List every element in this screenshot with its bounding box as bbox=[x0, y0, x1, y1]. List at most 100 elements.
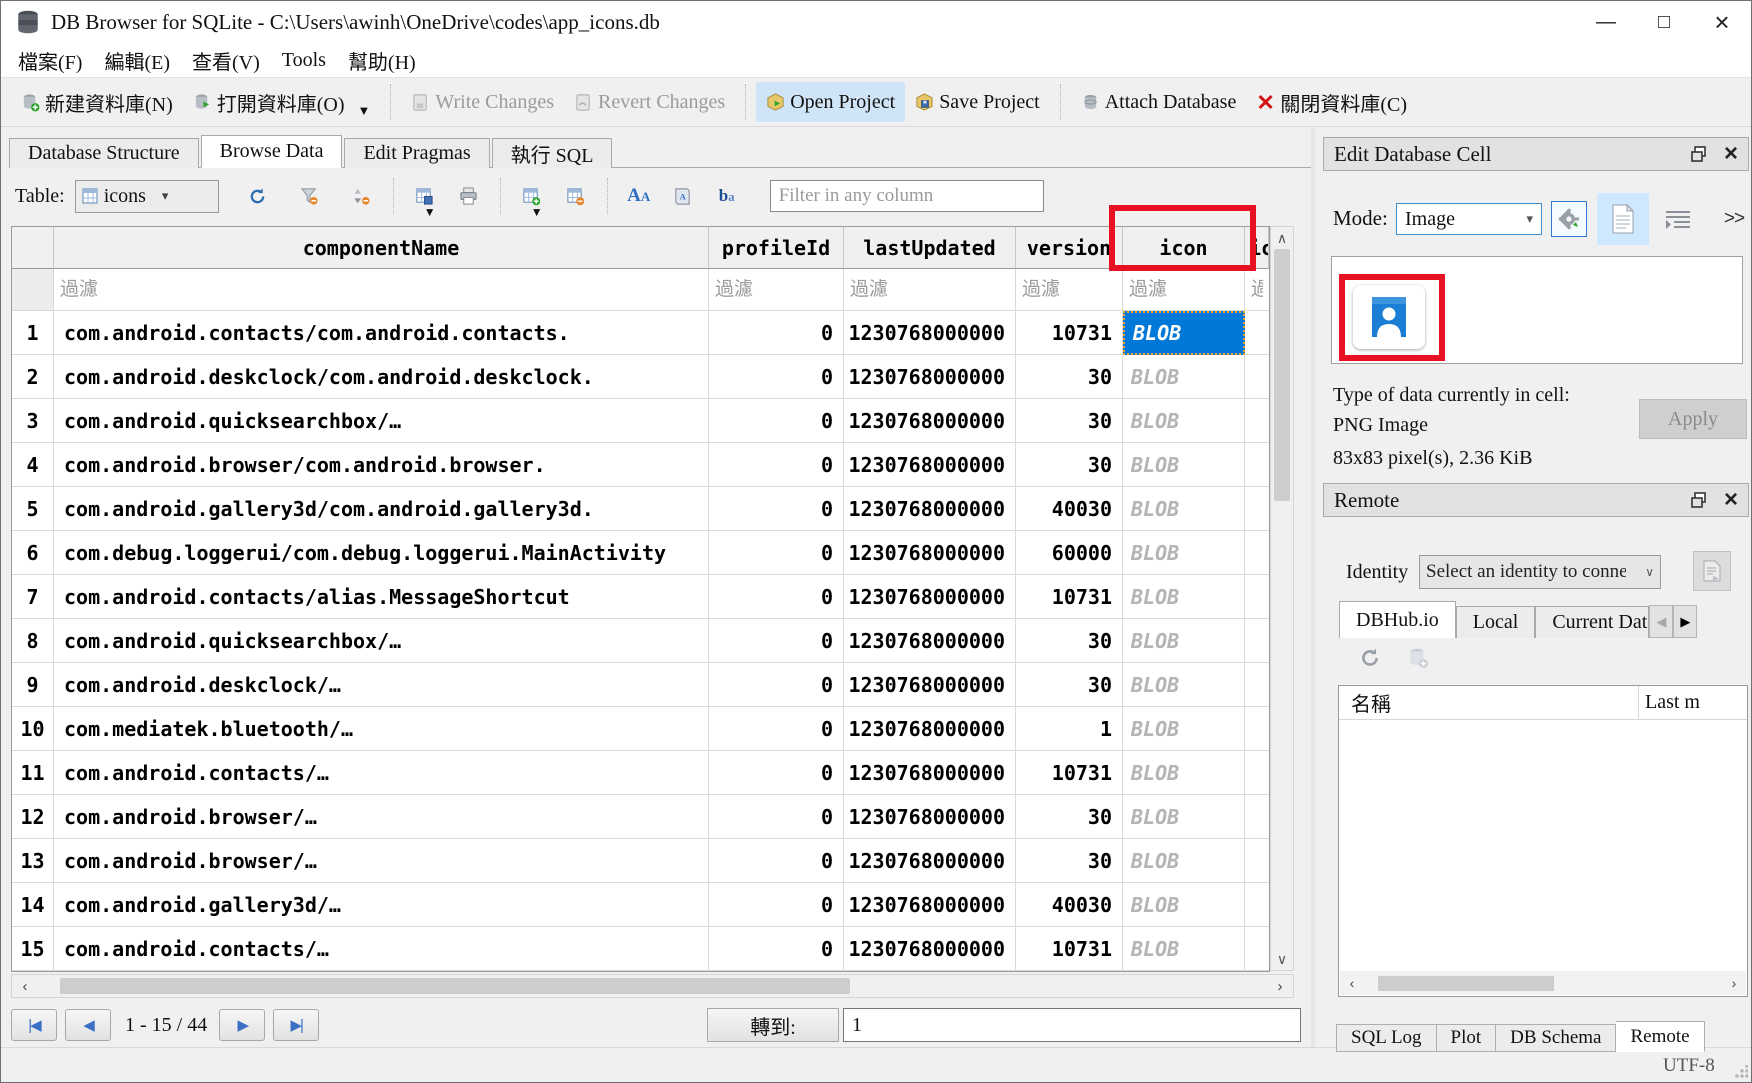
row-number[interactable]: 5 bbox=[12, 487, 54, 531]
filter-input-lastUpdated[interactable] bbox=[844, 269, 1015, 310]
new-database-button[interactable]: 新建資料庫(N) bbox=[11, 82, 183, 122]
scroll-left-icon[interactable]: ‹ bbox=[1340, 975, 1364, 991]
row-number[interactable]: 6 bbox=[12, 531, 54, 575]
close-database-button[interactable]: ✕ 關閉資料庫(C) bbox=[1246, 82, 1417, 122]
cell-overflow[interactable] bbox=[1245, 751, 1269, 795]
cell-profileId[interactable]: 0 bbox=[709, 355, 844, 399]
filter-input-profileId[interactable] bbox=[709, 269, 843, 310]
column-header-componentName[interactable]: componentName bbox=[54, 227, 709, 269]
row-number[interactable]: 15 bbox=[12, 927, 54, 971]
remote-tab-dbhub[interactable]: DBHub.io bbox=[1339, 601, 1456, 638]
resize-grip[interactable] bbox=[1734, 1065, 1748, 1079]
refresh-button[interactable] bbox=[241, 179, 275, 213]
maximize-button[interactable]: □ bbox=[1635, 1, 1693, 43]
filter-input-version[interactable] bbox=[1016, 269, 1122, 310]
vertical-scrollbar-thumb[interactable] bbox=[1274, 249, 1290, 501]
open-database-button[interactable]: 打開資料庫(O) ▼ bbox=[183, 82, 381, 122]
cell-componentName[interactable]: com.android.quicksearchbox/… bbox=[54, 619, 709, 663]
cell-profileId[interactable]: 0 bbox=[709, 883, 844, 927]
bottom-tab-plot[interactable]: Plot bbox=[1437, 1024, 1497, 1052]
cell-componentName[interactable]: com.android.deskclock/com.android.deskcl… bbox=[54, 355, 709, 399]
cell-icon[interactable]: BLOB bbox=[1123, 355, 1245, 399]
insert-record-dropdown-arrow[interactable]: ▼ bbox=[531, 205, 543, 220]
cell-profileId[interactable]: 0 bbox=[709, 487, 844, 531]
cell-icon[interactable]: BLOB bbox=[1123, 795, 1245, 839]
save-table-button[interactable]: ▼ bbox=[408, 179, 442, 213]
column-header-version[interactable]: version bbox=[1016, 227, 1123, 269]
global-filter-input[interactable] bbox=[770, 180, 1044, 212]
float-panel-icon[interactable] bbox=[1690, 145, 1708, 163]
cell-profileId[interactable]: 0 bbox=[709, 927, 844, 971]
cell-version[interactable]: 10731 bbox=[1016, 311, 1123, 355]
cell-icon[interactable]: BLOB bbox=[1123, 927, 1245, 971]
clone-database-icon[interactable] bbox=[1407, 647, 1429, 669]
cell-componentName[interactable]: com.android.contacts/com.android.contact… bbox=[54, 311, 709, 355]
import-certificate-button[interactable] bbox=[1693, 551, 1731, 591]
cell-version[interactable]: 1 bbox=[1016, 707, 1123, 751]
more-tools-button[interactable]: >> bbox=[1717, 203, 1751, 235]
attach-database-button[interactable]: Attach Database bbox=[1071, 82, 1247, 122]
cell-lastUpdated[interactable]: 1230768000000 bbox=[844, 839, 1016, 883]
tab-scroll-right-icon[interactable]: ▶ bbox=[1673, 605, 1697, 638]
revert-changes-button[interactable]: Revert Changes bbox=[564, 82, 735, 122]
delete-record-button[interactable] bbox=[559, 179, 593, 213]
cell-lastUpdated[interactable]: 1230768000000 bbox=[844, 443, 1016, 487]
cell-version[interactable]: 30 bbox=[1016, 443, 1123, 487]
filter-input-overflow[interactable] bbox=[1245, 269, 1269, 310]
cell-lastUpdated[interactable]: 1230768000000 bbox=[844, 311, 1016, 355]
cell-version[interactable]: 30 bbox=[1016, 839, 1123, 883]
cell-componentName[interactable]: com.android.browser/… bbox=[54, 839, 709, 883]
tab-execute-sql[interactable]: 執行 SQL bbox=[492, 138, 613, 168]
write-changes-button[interactable]: Write Changes bbox=[401, 82, 564, 122]
cell-profileId[interactable]: 0 bbox=[709, 707, 844, 751]
save-table-dropdown-arrow[interactable]: ▼ bbox=[424, 205, 436, 220]
tab-database-structure[interactable]: Database Structure bbox=[9, 138, 199, 168]
bottom-tab-db-schema[interactable]: DB Schema bbox=[1496, 1024, 1616, 1052]
row-number[interactable]: 10 bbox=[12, 707, 54, 751]
open-database-dropdown-arrow[interactable]: ▼ bbox=[358, 103, 371, 119]
remote-column-last-modified[interactable]: Last m bbox=[1639, 686, 1747, 719]
import-settings-button[interactable] bbox=[1551, 201, 1587, 237]
cell-componentName[interactable]: com.android.contacts/… bbox=[54, 751, 709, 795]
cell-profileId[interactable]: 0 bbox=[709, 443, 844, 487]
cell-version[interactable]: 30 bbox=[1016, 355, 1123, 399]
cell-overflow[interactable] bbox=[1245, 575, 1269, 619]
cell-icon[interactable]: BLOB bbox=[1123, 619, 1245, 663]
cell-icon[interactable]: BLOB bbox=[1123, 311, 1245, 355]
cell-componentName[interactable]: com.android.browser/… bbox=[54, 795, 709, 839]
cell-lastUpdated[interactable]: 1230768000000 bbox=[844, 663, 1016, 707]
cell-overflow[interactable] bbox=[1245, 663, 1269, 707]
pane-splitter[interactable] bbox=[1311, 128, 1315, 1048]
bottom-tab-remote[interactable]: Remote bbox=[1616, 1021, 1704, 1052]
cell-overflow[interactable] bbox=[1245, 531, 1269, 575]
cell-componentName[interactable]: com.android.contacts/alias.MessageShortc… bbox=[54, 575, 709, 619]
first-page-button[interactable]: |◀ bbox=[11, 1009, 57, 1041]
cell-version[interactable]: 30 bbox=[1016, 795, 1123, 839]
remote-horizontal-scrollbar[interactable]: ‹ › bbox=[1340, 971, 1746, 995]
remote-scrollbar-thumb[interactable] bbox=[1378, 976, 1554, 991]
cell-icon[interactable]: BLOB bbox=[1123, 575, 1245, 619]
cell-icon[interactable]: BLOB bbox=[1123, 531, 1245, 575]
row-number[interactable]: 1 bbox=[12, 311, 54, 355]
cell-overflow[interactable] bbox=[1245, 839, 1269, 883]
remote-tab-local[interactable]: Local bbox=[1456, 606, 1536, 638]
row-number[interactable]: 7 bbox=[12, 575, 54, 619]
cell-profileId[interactable]: 0 bbox=[709, 795, 844, 839]
column-header-profileId[interactable]: profileId bbox=[709, 227, 844, 269]
horizontal-scrollbar-thumb[interactable] bbox=[60, 978, 850, 994]
cell-lastUpdated[interactable]: 1230768000000 bbox=[844, 795, 1016, 839]
menu-view[interactable]: 查看(V) bbox=[181, 43, 271, 78]
cell-icon[interactable]: BLOB bbox=[1123, 399, 1245, 443]
cell-version[interactable]: 10731 bbox=[1016, 575, 1123, 619]
cell-icon[interactable]: BLOB bbox=[1123, 883, 1245, 927]
column-header-icon[interactable]: icon bbox=[1123, 227, 1245, 269]
cell-profileId[interactable]: 0 bbox=[709, 663, 844, 707]
cell-componentName[interactable]: com.android.gallery3d/… bbox=[54, 883, 709, 927]
cell-overflow[interactable] bbox=[1245, 883, 1269, 927]
font-button[interactable]: AA bbox=[622, 179, 656, 213]
float-panel-icon[interactable] bbox=[1690, 491, 1708, 509]
table-horizontal-scrollbar[interactable]: ‹ › bbox=[11, 974, 1294, 998]
cell-lastUpdated[interactable]: 1230768000000 bbox=[844, 575, 1016, 619]
filter-input-icon[interactable] bbox=[1123, 269, 1244, 310]
cell-componentName[interactable]: com.android.quicksearchbox/… bbox=[54, 399, 709, 443]
